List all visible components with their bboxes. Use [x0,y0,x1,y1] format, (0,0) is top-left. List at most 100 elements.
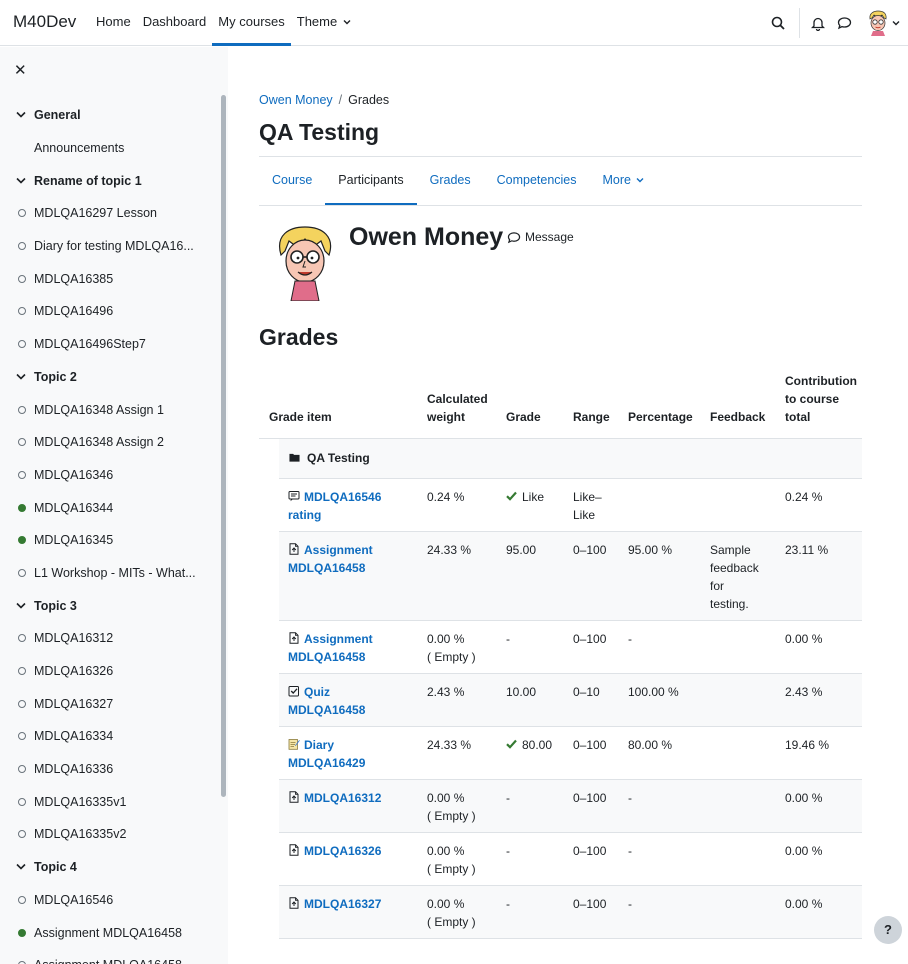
drawer-activity[interactable]: MDLQA16335v1 [0,785,220,818]
site-brand[interactable]: M40Dev [13,12,76,32]
drawer-activity[interactable]: Assignment MDLQA16458 [0,916,220,949]
breadcrumb-user-link[interactable]: Owen Money [259,93,333,107]
drawer-activity[interactable]: MDLQA16346 [0,459,220,492]
range-cell: Like– Like [568,478,623,532]
drawer-activity[interactable]: Diary for testing MDLQA16... [0,230,220,263]
percentage-cell: 95.00 % [623,531,705,621]
tab-competencies[interactable]: Competencies [484,157,590,205]
weight-cell: 0.00 % ( Empty ) [422,832,501,886]
indent-gutter [259,673,279,727]
drawer-activity[interactable]: Assignment MDLQA16458 [0,949,220,964]
indent-gutter [259,531,279,621]
help-button[interactable]: ? [874,916,902,944]
nav-theme[interactable]: Theme [291,0,357,46]
drawer-activity[interactable]: MDLQA16385 [0,262,220,295]
drawer-item-label: MDLQA16312 [34,631,114,646]
drawer-section[interactable]: Topic 3 [0,589,220,622]
completion-pending-icon [18,667,26,676]
indent-gutter [259,726,279,780]
drawer-activity[interactable]: MDLQA16297 Lesson [0,197,220,230]
drawer-activity[interactable]: MDLQA16546 [0,884,220,917]
drawer-activity[interactable]: MDLQA16326 [0,655,220,688]
drawer-activity[interactable]: MDLQA16334 [0,720,220,753]
grade-item-link[interactable]: Assignment MDLQA16458 [288,632,373,664]
messages-button[interactable] [830,0,858,46]
chat-icon [507,231,521,243]
message-button[interactable]: Message [507,230,574,244]
grade-item-link[interactable]: Diary MDLQA16429 [288,738,365,770]
column-header: Contribution to course total [780,372,862,439]
drawer-section[interactable]: Rename of topic 1 [0,164,220,197]
grade-item-name: Quiz [304,685,330,699]
feedback-cell [705,478,780,532]
table-header-row: Grade item Calculated weight Grade Range Perc… [259,372,862,439]
user-menu[interactable] [858,0,908,46]
drawer-activity[interactable]: MDLQA16496Step7 [0,328,220,361]
tab-more[interactable]: More [590,157,658,205]
grade-item-link[interactable]: MDLQA16546 rating [288,490,381,522]
drawer-item-label: Diary for testing MDLQA16... [34,239,194,254]
indent-gutter [259,885,279,939]
drawer-activity[interactable]: MDLQA16348 Assign 2 [0,426,220,459]
drawer-activity[interactable]: L1 Workshop - MITs - What... [0,557,220,590]
nav-dashboard[interactable]: Dashboard [137,0,213,46]
cell-line: 0–100 [573,791,607,805]
tab-participants[interactable]: Participants [325,157,417,205]
user-profile-picture[interactable] [273,225,337,301]
drawer-activity[interactable]: MDLQA16496 [0,295,220,328]
drawer-item-label: Topic 4 [34,860,77,875]
drawer-item[interactable]: Announcements [0,132,220,165]
nav-my-courses[interactable]: My courses [212,0,291,46]
grade-item-cell: Assignment MDLQA16458 [279,620,422,674]
drawer-section[interactable]: General [0,99,220,132]
cell-line: 0.00 % [427,632,465,646]
user-grade-report-table: Grade item Calculated weight Grade Range Perc… [259,372,862,939]
drawer-section[interactable]: Topic 2 [0,361,220,394]
grade-cell: 80.00 [501,726,568,780]
contribution-cell: 0.00 % [780,885,862,939]
grade-item-link[interactable]: MDLQA16326 [288,844,381,858]
table-row: Diary MDLQA16429 24.33 % 80.00 0–100 80.00 % 1… [259,726,862,780]
indent-gutter [259,478,279,532]
drawer-activity[interactable]: MDLQA16348 Assign 1 [0,393,220,426]
completion-pending-icon [18,765,26,774]
breadcrumb-current: Grades [348,93,390,107]
notifications-button[interactable] [806,0,830,46]
tab-grades[interactable]: Grades [417,157,484,205]
grade-item-link[interactable]: MDLQA16327 [288,897,381,911]
drawer-activity[interactable]: MDLQA16327 [0,687,220,720]
close-drawer-button[interactable]: ✕ [14,61,27,79]
contribution-cell: 0.24 % [780,478,862,532]
nav-home[interactable]: Home [90,0,137,46]
grade-item-link[interactable]: MDLQA16312 [288,791,381,805]
grade-item-link[interactable]: Quiz MDLQA16458 [288,685,365,717]
column-header-line: Feedback [710,410,766,424]
drawer-activity[interactable]: MDLQA16344 [0,491,220,524]
chevron-down-icon [16,602,26,609]
grade-item-name: rating [288,508,322,522]
cell-line: 0–100 [573,738,607,752]
grade-item-link[interactable]: Assignment MDLQA16458 [288,543,373,575]
grade-item-cell: Quiz MDLQA16458 [279,673,422,727]
cell-line: 0–100 [573,543,607,557]
cell-line: ( Empty ) [427,809,476,823]
drawer-section[interactable]: Topic 4 [0,851,220,884]
cell-line: Like [573,508,596,522]
tab-course[interactable]: Course [259,157,325,205]
check-icon [506,490,517,504]
drawer-activity[interactable]: MDLQA16336 [0,753,220,786]
grade-cell: - [501,885,568,939]
search-button[interactable] [763,0,793,46]
drawer-activity[interactable]: MDLQA16345 [0,524,220,557]
completion-done-icon [18,928,26,937]
range-cell: 0–100 [568,620,623,674]
drawer-activity[interactable]: MDLQA16335v2 [0,818,220,851]
completion-done-icon [18,536,26,545]
grade-item-cell: MDLQA16326 [279,832,422,886]
contribution-cell: 23.11 % [780,531,862,621]
drawer-activity[interactable]: MDLQA16312 [0,622,220,655]
completion-pending-icon [18,830,26,839]
completion-pending-icon [18,209,26,218]
grade-item-cell: Diary MDLQA16429 [279,726,422,780]
drawer-scrollbar[interactable] [221,95,226,797]
